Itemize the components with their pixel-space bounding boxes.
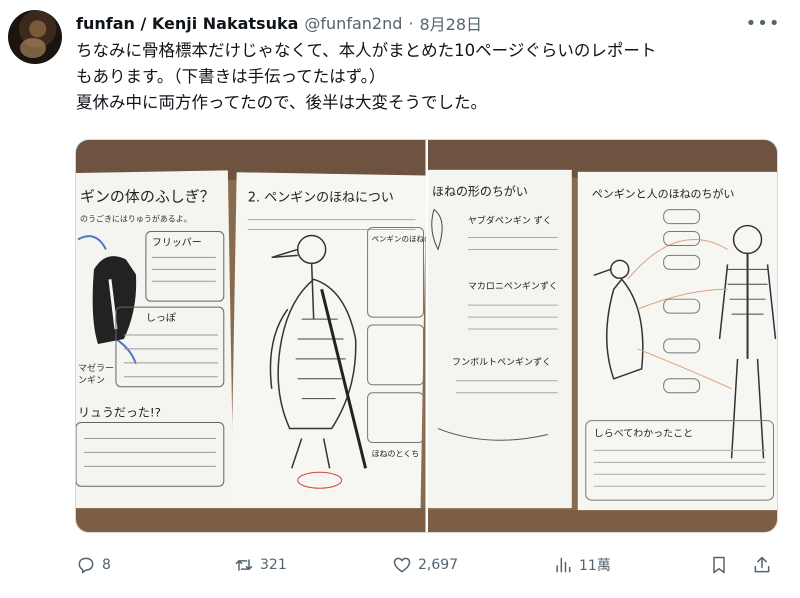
p2-label-1: ヤブダペンギン ずく (467, 215, 551, 227)
tweet-text: ちなみに骨格標本だけじゃなくて、本人がまとめた10ページぐらいのレポート もあり… (76, 38, 776, 116)
tweet-line: 夏休み中に両方作ってたので、後半は大変そうでした。 (76, 93, 488, 112)
reply-icon (78, 557, 94, 574)
like-count: 2,697 (418, 557, 459, 573)
author-handle[interactable]: @funfan2nd (304, 14, 402, 33)
more-icon: ••• (745, 12, 781, 34)
p2-label-3: フンボルトペンギンずく (451, 357, 550, 368)
p1-side-label-2: ンギン (78, 375, 105, 386)
share-icon (754, 556, 770, 573)
action-bar: 8 321 2,697 11萬 (76, 550, 776, 580)
bookmark-button[interactable] (709, 555, 735, 575)
like-icon (393, 557, 411, 573)
views-count: 11萬 (579, 558, 611, 574)
author-name[interactable]: funfan / Kenji Nakatsuka (76, 14, 298, 33)
tweet-line: もあります。（下書きは手伝ってたはず。） (76, 67, 386, 86)
tweet-date[interactable]: 8月28日 (419, 11, 482, 35)
p1-left-title: ギンの体のふしぎ？ (80, 188, 215, 206)
tweet-header: funfan / Kenji Nakatsuka @funfan2nd · 8月… (76, 11, 482, 35)
media-grid: ギンの体のふしぎ？ のうごきにはりゅうがあるよ。 フリッパー しっぽ マゼラー … (75, 139, 778, 533)
retweet-icon (235, 559, 253, 571)
p2-findings-title: しらべてわかったこと (593, 428, 692, 440)
retweet-button[interactable]: 321 (234, 555, 287, 575)
photo-1-image: ギンの体のふしぎ？ のうごきにはりゅうがあるよ。 フリッパー しっぽ マゼラー … (76, 140, 426, 532)
photo-2[interactable]: ほねの形のちがい ヤブダペンギン ずく マカロニペンギンずく フンボルトペンギン… (427, 140, 777, 532)
p2-right-title: ペンギンと人のほねのちがい (591, 187, 734, 201)
p1-right-box-1: ペンギンのほねのとく (372, 234, 426, 243)
p2-label-2: マカロニペンギンずく (467, 281, 557, 292)
photo-2-image: ほねの形のちがい ヤブダペンギン ずく マカロニペンギンずく フンボルトペンギン… (427, 140, 777, 532)
share-button[interactable] (752, 555, 778, 575)
p1-box-flipper: フリッパー (152, 236, 202, 248)
p1-side-label-1: マゼラー (78, 362, 114, 374)
bookmark-icon (713, 556, 725, 574)
like-button[interactable]: 2,697 (392, 555, 458, 575)
avatar-highlight (20, 38, 46, 58)
views-icon (556, 557, 571, 573)
photo-1[interactable]: ギンの体のふしぎ？ のうごきにはりゅうがあるよ。 フリッパー しっぽ マゼラー … (76, 140, 426, 532)
avatar[interactable] (8, 10, 62, 64)
p1-left-subtitle: のうごきにはりゅうがあるよ。 (80, 214, 192, 224)
reply-count: 8 (102, 557, 111, 573)
reply-button[interactable]: 8 (76, 555, 111, 575)
p1-right-box-2: ほねのとくち (372, 449, 420, 458)
tweet-line: ちなみに骨格標本だけじゃなくて、本人がまとめた10ページぐらいのレポート (76, 41, 657, 60)
retweet-count: 321 (260, 557, 287, 573)
views-button[interactable]: 11萬 (553, 555, 611, 575)
p1-box-3-title: リュうだった!? (78, 406, 161, 420)
separator-dot: · (408, 13, 414, 33)
p2-left-title: ほねの形のちがい (431, 184, 527, 199)
p1-box-tail: しっぽ (146, 312, 176, 324)
more-options-button[interactable]: ••• (746, 10, 780, 36)
p1-right-title: 2. ペンギンのほねについ (248, 191, 394, 206)
